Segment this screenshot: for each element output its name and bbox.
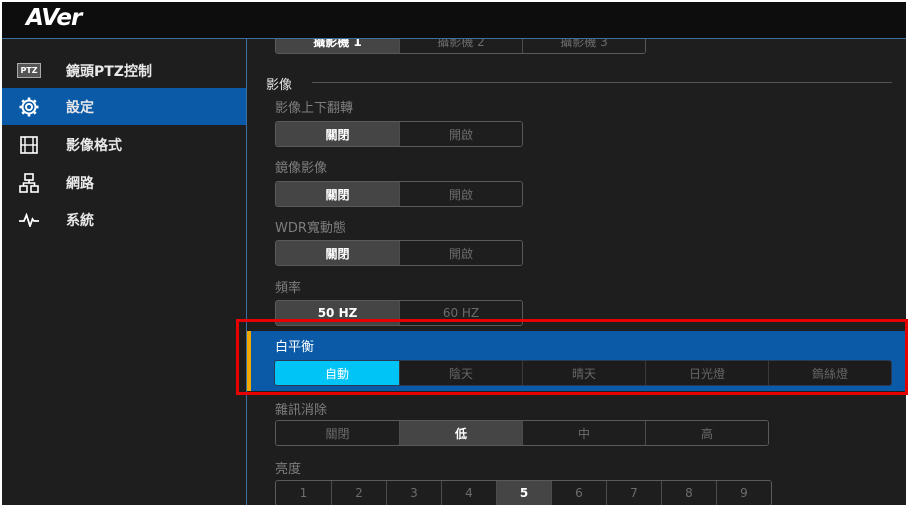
wdr-label: WDR寬動態 [275,221,346,236]
brightness-6-button[interactable]: 6 [551,481,606,505]
noise-reduction-label: 雜訊消除 [275,403,328,418]
sidebar: PTZ 鏡頭PTZ控制 設定 影像格式 網路 系統 [2,39,247,505]
white-balance-highlight-box [236,319,908,395]
top-bar: AVer [2,2,906,39]
brightness-2-button[interactable]: 2 [331,481,386,505]
flip-label: 影像上下翻轉 [275,101,354,116]
brightness-1-button[interactable]: 1 [276,481,331,505]
mirror-label: 鏡像影像 [275,161,328,176]
brightness-5-button[interactable]: 5 [496,481,551,505]
nr-off-button[interactable]: 關閉 [276,421,399,445]
sidebar-item-label: 設定 [66,99,94,116]
aver-logo: AVer [26,5,82,31]
wdr-off-button[interactable]: 關閉 [276,241,399,265]
flip-on-button[interactable]: 開啟 [399,122,522,146]
brightness-8-button[interactable]: 8 [661,481,716,505]
flip-toggle: 關閉 開啟 [275,121,523,147]
sidebar-item-label: 網路 [66,175,94,192]
settings-panel: 攝影機 1 攝影機 2 攝影機 3 影像 影像上下翻轉 關閉 開啟 鏡像影像 關… [247,39,906,505]
nr-high-button[interactable]: 高 [645,421,768,445]
app-window: AVer PTZ 鏡頭PTZ控制 設定 影像格式 網路 系統 攝影機 1 攝影機… [2,2,906,505]
brightness-label: 亮度 [275,462,302,477]
section-title-image: 影像 [266,78,293,93]
brightness-4-button[interactable]: 4 [441,481,496,505]
brightness-7-button[interactable]: 7 [606,481,661,505]
sidebar-item-label: 影像格式 [66,137,122,154]
sidebar-item-settings[interactable]: 設定 [2,88,246,125]
nr-mid-button[interactable]: 中 [522,421,645,445]
wdr-toggle: 關閉 開啟 [275,240,523,266]
sidebar-item-ptz-control[interactable]: PTZ 鏡頭PTZ控制 [2,52,246,89]
ptz-icon: PTZ [17,60,41,82]
sidebar-item-label: 鏡頭PTZ控制 [66,63,152,80]
mirror-off-button[interactable]: 關閉 [276,182,399,206]
sidebar-item-network[interactable]: 網路 [2,164,246,201]
tab-camera-1[interactable]: 攝影機 1 [276,39,399,53]
mirror-on-button[interactable]: 開啟 [399,182,522,206]
frequency-label: 頻率 [275,281,302,296]
tab-camera-2[interactable]: 攝影機 2 [399,39,522,53]
nr-low-button[interactable]: 低 [399,421,522,445]
mirror-toggle: 關閉 開啟 [275,181,523,207]
brightness-selector: 1 2 3 4 5 6 7 8 9 [275,480,772,505]
gear-icon [18,96,40,118]
sidebar-item-label: 系統 [66,212,94,229]
flip-off-button[interactable]: 關閉 [276,122,399,146]
section-divider [312,82,892,83]
pulse-icon [18,209,40,231]
film-icon [18,134,40,156]
brightness-9-button[interactable]: 9 [716,481,771,505]
sidebar-item-system[interactable]: 系統 [2,201,246,238]
sidebar-item-video-format[interactable]: 影像格式 [2,126,246,163]
tab-camera-3[interactable]: 攝影機 3 [522,39,645,53]
wdr-on-button[interactable]: 開啟 [399,241,522,265]
noise-reduction-selector: 關閉 低 中 高 [275,420,769,446]
network-icon [18,172,40,194]
camera-tabs: 攝影機 1 攝影機 2 攝影機 3 [275,39,646,54]
brightness-3-button[interactable]: 3 [386,481,441,505]
